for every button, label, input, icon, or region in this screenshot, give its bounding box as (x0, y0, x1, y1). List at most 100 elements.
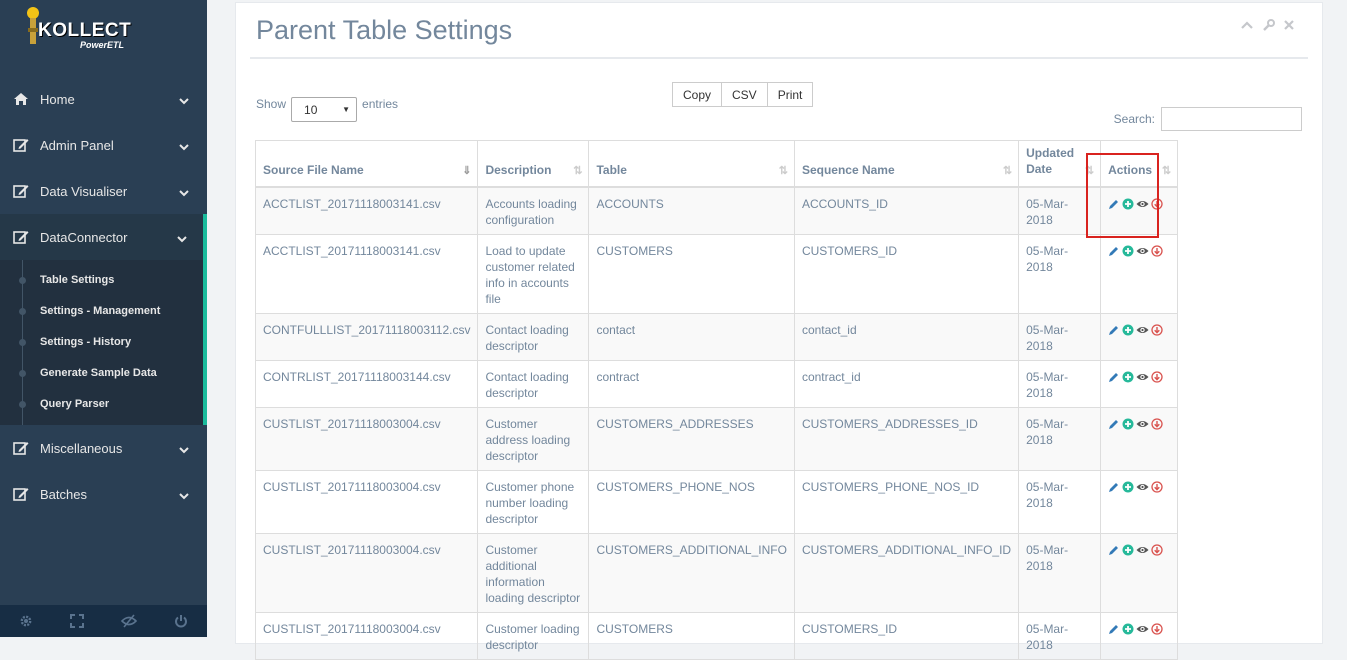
print-button[interactable]: Print (766, 82, 814, 107)
column-header-description[interactable]: Description ⇅ (477, 140, 590, 188)
sort-icon: ⇅ (1002, 164, 1013, 177)
submenu-item-table-settings[interactable]: Table Settings (0, 264, 203, 295)
table-row: CUSTLIST_20171118003004.csv Customer phon… (254, 469, 1179, 534)
sidebar-item-batches[interactable]: Batches (0, 471, 207, 517)
power-icon[interactable] (174, 614, 188, 628)
gear-icon[interactable] (19, 614, 33, 628)
page-title: Parent Table Settings (256, 15, 513, 45)
entries-select[interactable]: 10 ▼ (291, 97, 358, 122)
download-icon[interactable] (1151, 622, 1163, 639)
edit-icon[interactable] (1108, 245, 1120, 261)
submenu-item-generate-sample-data[interactable]: Generate Sample Data (0, 357, 203, 388)
export-buttons: Copy CSV Print (672, 82, 814, 107)
copy-button[interactable]: Copy (672, 82, 723, 107)
cell-description: Customer phone number loading descriptor (477, 469, 590, 534)
column-header-updated-date[interactable]: Updated Date ⇅ (1018, 140, 1102, 188)
sidebar-item-data-visualiser[interactable]: Data Visualiser (0, 168, 207, 214)
wrench-icon[interactable] (1262, 19, 1275, 35)
submenu-item-settings-history[interactable]: Settings - History (0, 326, 203, 357)
view-icon[interactable] (1136, 418, 1149, 434)
search-label: Search: (1113, 112, 1155, 126)
cell-actions (1100, 233, 1179, 314)
add-icon[interactable] (1122, 623, 1134, 639)
parent-table-settings-table: Source File Name ⇓ Description ⇅ Table ⇅… (254, 140, 1179, 660)
column-header-source-file-name[interactable]: Source File Name ⇓ (254, 140, 479, 188)
edit-icon (13, 184, 29, 198)
cell-source-file-name: CUSTLIST_20171118003004.csv (254, 611, 479, 660)
cell-table: CUSTOMERS_ADDRESSES (588, 406, 795, 471)
collapse-icon[interactable] (1241, 19, 1253, 35)
sort-asc-icon: ⇓ (462, 164, 472, 177)
csv-button[interactable]: CSV (721, 82, 768, 107)
cell-table: CUSTOMERS_ADDITIONAL_INFO (588, 532, 795, 613)
edit-icon (13, 487, 29, 501)
download-icon[interactable] (1151, 197, 1163, 214)
view-icon[interactable] (1136, 245, 1149, 261)
sidebar-item-miscellaneous[interactable]: Miscellaneous (0, 425, 207, 471)
download-icon[interactable] (1151, 244, 1163, 261)
cell-updated-date: 05-Mar-2018 (1018, 611, 1102, 660)
download-icon[interactable] (1151, 417, 1163, 434)
cell-source-file-name: CONTFULLLIST_20171118003112.csv (254, 312, 479, 361)
chevron-down-icon (177, 231, 187, 246)
view-icon[interactable] (1136, 623, 1149, 639)
download-icon[interactable] (1151, 480, 1163, 497)
view-icon[interactable] (1136, 371, 1149, 387)
download-icon[interactable] (1151, 323, 1163, 340)
add-icon[interactable] (1122, 245, 1134, 261)
table-body: ACCTLIST_20171118003141.csv Accounts load… (254, 186, 1179, 660)
view-icon[interactable] (1136, 324, 1149, 340)
sidebar-item-home[interactable]: Home (0, 76, 207, 122)
column-header-sequence-name[interactable]: Sequence Name ⇅ (793, 140, 1020, 188)
add-icon[interactable] (1122, 198, 1134, 214)
eye-slash-icon[interactable] (121, 614, 138, 628)
sort-icon: ⇅ (778, 164, 788, 177)
cell-table: CUSTOMERS_PHONE_NOS (588, 469, 795, 534)
cell-updated-date: 05-Mar-2018 (1018, 532, 1102, 613)
sidebar-item-dataconnector[interactable]: DataConnector (0, 214, 207, 260)
home-icon (13, 92, 29, 106)
submenu-item-query-parser[interactable]: Query Parser (0, 388, 203, 419)
edit-icon[interactable] (1108, 371, 1120, 387)
download-icon[interactable] (1151, 370, 1163, 387)
cell-actions (1100, 611, 1179, 660)
sidebar-item-admin-panel[interactable]: Admin Panel (0, 122, 207, 168)
edit-icon[interactable] (1108, 481, 1120, 497)
view-icon[interactable] (1136, 544, 1149, 560)
submenu-item-settings-management[interactable]: Settings - Management (0, 295, 203, 326)
view-icon[interactable] (1136, 481, 1149, 497)
cell-sequence-name: contact_id (793, 312, 1020, 361)
table-row: CUSTLIST_20171118003004.csv Customer load… (254, 611, 1179, 660)
close-icon[interactable] (1284, 19, 1294, 35)
view-icon[interactable] (1136, 198, 1149, 214)
cell-description: Customer loading descriptor (477, 611, 590, 660)
edit-icon[interactable] (1108, 418, 1120, 434)
edit-icon[interactable] (1108, 198, 1120, 214)
edit-icon[interactable] (1108, 544, 1120, 560)
add-icon[interactable] (1122, 371, 1134, 387)
fullscreen-icon[interactable] (69, 614, 84, 628)
add-icon[interactable] (1122, 481, 1134, 497)
kollect-logo[interactable]: KOLLECT PowerETL (22, 6, 162, 56)
cell-sequence-name: CUSTOMERS_ADDRESSES_ID (793, 406, 1020, 471)
add-icon[interactable] (1122, 544, 1134, 560)
cell-description: Contact loading descriptor (477, 312, 590, 361)
column-header-table[interactable]: Table ⇅ (588, 140, 795, 188)
search-input[interactable] (1161, 107, 1302, 131)
cell-table: CUSTOMERS (588, 233, 795, 314)
sidebar: KOLLECT PowerETL Home Admin Panel Data V… (0, 0, 207, 637)
cell-sequence-name: CUSTOMERS_ID (793, 611, 1020, 660)
edit-icon[interactable] (1108, 324, 1120, 340)
add-icon[interactable] (1122, 324, 1134, 340)
cell-source-file-name: CONTRLIST_20171118003144.csv (254, 359, 479, 408)
table-header-row: Source File Name ⇓ Description ⇅ Table ⇅… (254, 140, 1179, 188)
add-icon[interactable] (1122, 418, 1134, 434)
download-icon[interactable] (1151, 543, 1163, 560)
cell-source-file-name: ACCTLIST_20171118003141.csv (254, 186, 479, 235)
column-header-actions[interactable]: Actions ⇅ (1100, 140, 1179, 188)
sidebar-nav: Home Admin Panel Data Visualiser DataCon… (0, 76, 207, 517)
edit-icon[interactable] (1108, 623, 1120, 639)
chevron-down-icon (179, 93, 189, 108)
brand-name: KOLLECT (38, 20, 132, 41)
sort-icon: ⇅ (573, 164, 583, 177)
